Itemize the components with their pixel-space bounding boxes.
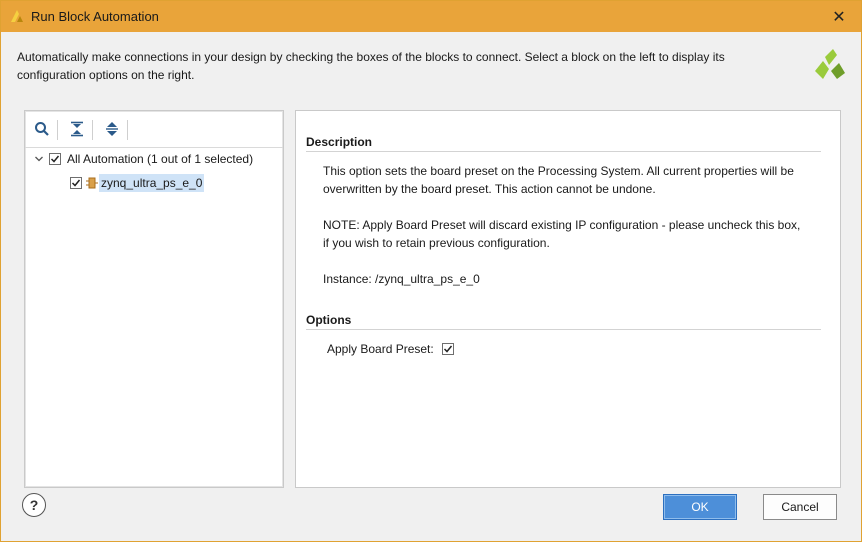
- toolbar-separator: [92, 120, 93, 140]
- apply-board-preset-checkbox[interactable]: [441, 343, 454, 355]
- intro-text: Automatically make connections in your d…: [17, 48, 777, 84]
- intro-line-1: Automatically make connections in your d…: [17, 50, 725, 64]
- close-button[interactable]: ✕: [817, 1, 861, 32]
- checkmark-icon: [50, 155, 60, 163]
- toolbar-separator: [57, 120, 58, 140]
- checkmark-icon: [71, 179, 81, 187]
- tree-toolbar: [25, 111, 283, 148]
- search-button[interactable]: [33, 120, 51, 138]
- close-icon: ✕: [832, 8, 846, 26]
- zynq-label: zynq_ultra_ps_e_0: [99, 174, 205, 192]
- description-line: This option sets the board preset on the…: [323, 164, 794, 178]
- all-automation-label: All Automation (1 out of 1 selected): [67, 152, 254, 166]
- expand-all-icon: [106, 122, 118, 136]
- cancel-button[interactable]: Cancel: [763, 494, 837, 520]
- description-line: if you wish to retain previous configura…: [323, 236, 550, 250]
- help-icon: ?: [29, 497, 39, 513]
- zynq-checkbox[interactable]: [70, 177, 82, 189]
- ok-button[interactable]: OK: [663, 494, 737, 520]
- chevron-down-icon: [35, 156, 43, 162]
- window-title: Run Block Automation: [31, 9, 159, 24]
- automation-tree-panel: All Automation (1 out of 1 selected) zyn…: [24, 110, 284, 488]
- checkmark-icon: [443, 345, 452, 353]
- tree-row-zynq[interactable]: zynq_ultra_ps_e_0: [70, 172, 205, 194]
- tree-row-all-automation[interactable]: All Automation (1 out of 1 selected): [33, 148, 253, 170]
- instance-text: Instance: /zynq_ultra_ps_e_0: [323, 272, 480, 286]
- description-paragraph-1: This option sets the board preset on the…: [323, 162, 823, 198]
- all-automation-checkbox[interactable]: [49, 153, 61, 165]
- description-line: NOTE: Apply Board Preset will discard ex…: [323, 218, 801, 232]
- options-heading: Options: [306, 313, 352, 327]
- configuration-panel: Description This option sets the board p…: [295, 110, 841, 488]
- description-heading: Description: [306, 135, 373, 149]
- apply-board-preset-label: Apply Board Preset:: [327, 342, 434, 356]
- expand-all-button[interactable]: [103, 120, 121, 138]
- description-paragraph-2: NOTE: Apply Board Preset will discard ex…: [323, 216, 823, 252]
- vivado-app-icon: [11, 10, 23, 22]
- help-button[interactable]: ?: [22, 493, 46, 517]
- run-block-automation-dialog: Run Block Automation ✕ Automatically mak…: [0, 0, 862, 542]
- expand-toggle[interactable]: [33, 153, 45, 165]
- title-bar: Run Block Automation ✕: [1, 1, 861, 32]
- toolbar-separator: [127, 120, 128, 140]
- description-line: overwritten by the board preset. This ac…: [323, 182, 656, 196]
- options-divider: [306, 329, 821, 330]
- description-divider: [306, 151, 821, 152]
- xilinx-logo-icon: [815, 49, 845, 79]
- ip-block-icon: [86, 177, 98, 189]
- collapse-all-icon: [71, 121, 83, 137]
- search-icon: [35, 122, 49, 136]
- collapse-all-button[interactable]: [68, 120, 86, 138]
- intro-line-2: configuration options on the right.: [17, 68, 195, 82]
- apply-board-preset-option: Apply Board Preset:: [327, 342, 454, 356]
